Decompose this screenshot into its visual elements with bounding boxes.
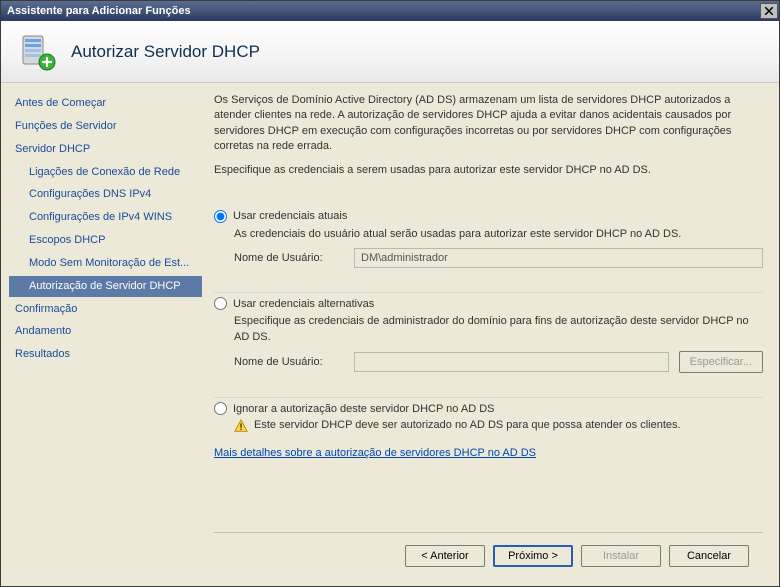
- current-username-label: Nome de Usuário:: [234, 252, 344, 264]
- wizard-footer: < Anterior Próximo > Instalar Cancelar: [214, 532, 763, 578]
- specify-button[interactable]: Especificar...: [679, 351, 763, 373]
- alt-credentials-desc: Especifique as credenciais de administra…: [234, 314, 763, 345]
- cancel-button[interactable]: Cancelar: [669, 545, 749, 567]
- intro-text-2: Especifique as credenciais a serem usada…: [214, 163, 763, 178]
- radio-current-credentials[interactable]: [214, 210, 227, 223]
- step-confirmation[interactable]: Confirmação: [9, 299, 202, 320]
- option-current-credentials: Usar credenciais atuais As credenciais d…: [214, 210, 763, 268]
- page-header: Autorizar Servidor DHCP: [1, 21, 779, 83]
- step-dhcp-scopes[interactable]: Escopos DHCP: [9, 230, 202, 251]
- next-button[interactable]: Próximo >: [493, 545, 573, 567]
- step-dns-ipv4[interactable]: Configurações DNS IPv4: [9, 184, 202, 205]
- warning-icon: [234, 419, 248, 433]
- alt-username-label: Nome de Usuário:: [234, 356, 344, 368]
- window-title: Assistente para Adicionar Funções: [7, 5, 191, 17]
- step-dhcp-server[interactable]: Servidor DHCP: [9, 139, 202, 160]
- step-results[interactable]: Resultados: [9, 344, 202, 365]
- more-details-link[interactable]: Mais detalhes sobre a autorização de ser…: [214, 447, 763, 459]
- skip-warning-text: Este servidor DHCP deve ser autorizado n…: [254, 419, 681, 431]
- step-dhcp-authorization[interactable]: Autorização de Servidor DHCP: [9, 276, 202, 297]
- step-wins-ipv4[interactable]: Configurações de IPv4 WINS: [9, 207, 202, 228]
- content-panel: Os Serviços de Domínio Active Directory …: [206, 83, 779, 586]
- close-button[interactable]: [760, 3, 778, 19]
- current-credentials-desc: As credenciais do usuário atual serão us…: [234, 227, 763, 242]
- wizard-steps-sidebar: Antes de Começar Funções de Servidor Ser…: [1, 83, 206, 586]
- body: Antes de Começar Funções de Servidor Ser…: [1, 83, 779, 586]
- page-title: Autorizar Servidor DHCP: [71, 42, 260, 62]
- option-skip-authorization: Ignorar a autorização deste servidor DHC…: [214, 397, 763, 433]
- radio-alt-credentials[interactable]: [214, 297, 227, 310]
- radio-current-credentials-label: Usar credenciais atuais: [233, 210, 347, 222]
- close-icon: [765, 7, 773, 15]
- radio-skip-authorization[interactable]: [214, 402, 227, 415]
- step-server-roles[interactable]: Funções de Servidor: [9, 116, 202, 137]
- step-before-begin[interactable]: Antes de Começar: [9, 93, 202, 114]
- install-button[interactable]: Instalar: [581, 545, 661, 567]
- radio-alt-credentials-label: Usar credenciais alternativas: [233, 298, 374, 310]
- alt-username-input[interactable]: [354, 352, 669, 372]
- server-role-icon: [17, 32, 57, 72]
- wizard-window: Assistente para Adicionar Funções Autori…: [0, 0, 780, 587]
- intro-text-1: Os Serviços de Domínio Active Directory …: [214, 93, 763, 155]
- step-progress[interactable]: Andamento: [9, 321, 202, 342]
- option-alt-credentials: Usar credenciais alternativas Especifiqu…: [214, 292, 763, 373]
- step-network-bindings[interactable]: Ligações de Conexão de Rede: [9, 162, 202, 183]
- current-username-value: DM\administrador: [354, 248, 763, 268]
- title-bar: Assistente para Adicionar Funções: [1, 1, 779, 21]
- back-button[interactable]: < Anterior: [405, 545, 485, 567]
- radio-skip-authorization-label: Ignorar a autorização deste servidor DHC…: [233, 403, 494, 415]
- step-stateless-mode[interactable]: Modo Sem Monitoração de Est...: [9, 253, 202, 274]
